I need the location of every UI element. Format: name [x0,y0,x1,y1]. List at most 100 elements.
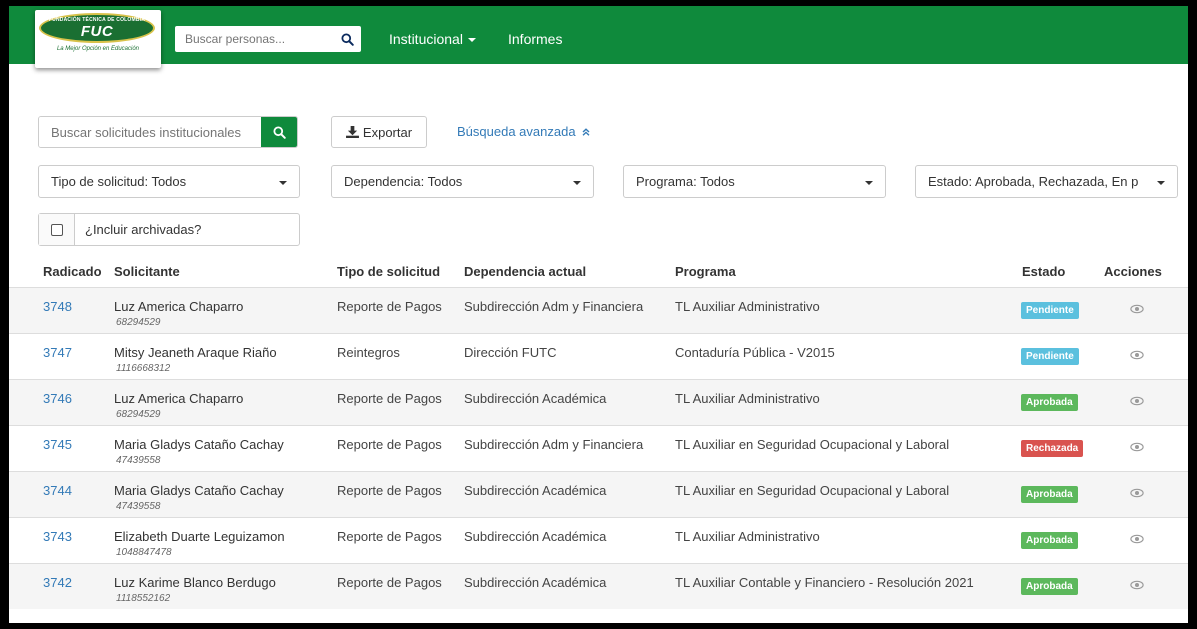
requests-search-button[interactable] [261,117,297,147]
programa-cell: TL Auxiliar Administrativo [675,529,820,544]
eye-icon[interactable] [1130,302,1144,316]
tipo-cell: Reporte de Pagos [337,391,442,406]
download-icon [345,126,359,138]
table-row: 3748 Luz America Chaparro 68294529 Repor… [9,287,1188,333]
table-body: 3748 Luz America Chaparro 68294529 Repor… [9,287,1188,623]
col-solicitante: Solicitante [114,264,180,279]
search-icon [272,125,286,139]
tipo-cell: Reporte de Pagos [337,575,442,590]
programa-cell: TL Auxiliar en Seguridad Ocupacional y L… [675,483,950,498]
estado-value: Estado: Aprobada, Rechazada, En p [928,174,1139,189]
people-search-input[interactable] [175,26,331,52]
dependencia-cell: Subdirección Adm y Financiera [464,299,644,314]
radicado-link[interactable]: 3743 [43,529,72,544]
solicitante-name: Luz Karime Blanco Berdugo [114,575,276,590]
solicitante-id: 1116668312 [116,363,171,374]
brand-logo[interactable]: FUNDACIÓN TÉCNICA DE COLOMBIA FUC La Mej… [35,10,161,68]
programa-cell: TL Auxiliar Contable y Financiero - Reso… [675,575,974,590]
programa-value: Programa: Todos [636,174,735,189]
caret-down-icon [279,181,287,185]
dependencia-select[interactable]: Dependencia: Todos [331,165,594,198]
dependencia-value: Dependencia: Todos [344,174,463,189]
advanced-search-label: Búsqueda avanzada [457,124,576,139]
logo-emblem: FUNDACIÓN TÉCNICA DE COLOMBIA FUC [39,13,155,43]
radicado-link[interactable]: 3746 [43,391,72,406]
solicitante-name: Luz America Chaparro [114,391,244,406]
programa-cell: TL Auxiliar Administrativo [675,299,820,314]
eye-icon[interactable] [1130,532,1144,546]
dependencia-cell: Subdirección Académica [464,575,607,590]
col-programa: Programa [675,264,736,279]
programa-cell: TL Auxiliar en Seguridad Ocupacional y L… [675,437,950,452]
status-badge: Rechazada [1021,440,1084,457]
dependencia-cell: Subdirección Adm y Financiera [464,437,644,452]
logo-tagline: La Mejor Opción en Educación [56,46,140,52]
nav-institucional-label: Institucional [389,31,463,47]
tipo-cell: Reporte de Pagos [337,483,442,498]
solicitante-name: Elizabeth Duarte Leguizamon [114,529,285,544]
nav-informes-link[interactable]: Informes [508,31,562,47]
status-badge: Aprobada [1021,578,1078,595]
status-badge: Pendiente [1021,348,1079,365]
people-search-button[interactable] [333,26,361,52]
status-badge: Aprobada [1021,486,1078,503]
dependencia-cell: Subdirección Académica [464,391,607,406]
tipo-cell: Reporte de Pagos [337,299,442,314]
table-row: 3743 Elizabeth Duarte Leguizamon 1048847… [9,517,1188,563]
status-badge: Aprobada [1021,394,1078,411]
logo-mark: FUC [80,23,114,40]
col-tipo: Tipo de solicitud [337,264,441,279]
advanced-search-link[interactable]: Búsqueda avanzada [457,124,590,139]
estado-select[interactable]: Estado: Aprobada, Rechazada, En p [915,165,1178,198]
export-label: Exportar [362,124,413,140]
dependencia-cell: Dirección FUTC [464,345,557,360]
radicado-link[interactable]: 3745 [43,437,72,452]
radicado-link[interactable]: 3744 [43,483,72,498]
tipo-solicitud-value: Tipo de solicitud: Todos [51,174,187,189]
eye-icon[interactable] [1130,578,1144,592]
col-radicado: Radicado [43,264,102,279]
programa-select[interactable]: Programa: Todos [623,165,886,198]
table-row: 3745 Maria Gladys Cataño Cachay 47439558… [9,425,1188,471]
radicado-link[interactable]: 3742 [43,575,72,590]
col-acciones: Acciones [1104,264,1162,279]
solicitante-id: 68294529 [116,409,161,420]
radicado-link[interactable]: 3747 [43,345,72,360]
app-frame: Institucional Informes FUNDACIÓN TÉCNICA… [9,6,1188,623]
solicitante-id: 47439558 [116,455,161,466]
solicitante-id: 47439558 [116,501,161,512]
tipo-solicitud-select[interactable]: Tipo de solicitud: Todos [38,165,300,198]
double-chevron-up-icon [582,128,590,136]
solicitante-name: Luz America Chaparro [114,299,244,314]
solicitante-name: Maria Gladys Cataño Cachay [114,483,284,498]
table-row: 3746 Luz America Chaparro 68294529 Repor… [9,379,1188,425]
programa-cell: TL Auxiliar Administrativo [675,391,820,406]
solicitante-name: Maria Gladys Cataño Cachay [114,437,284,452]
table-row: 3744 Maria Gladys Cataño Cachay 47439558… [9,471,1188,517]
radicado-link[interactable]: 3748 [43,299,72,314]
tipo-cell: Reintegros [337,345,400,360]
table-header: Radicado Solicitante Tipo de solicitud D… [9,262,1188,286]
solicitante-id: 68294529 [116,317,161,328]
eye-icon[interactable] [1130,440,1144,454]
tipo-cell: Reporte de Pagos [337,437,442,452]
top-navbar: Institucional Informes [9,6,1188,64]
include-archived: ¿Incluir archivadas? [38,213,300,246]
eye-icon[interactable] [1130,486,1144,500]
nav-institucional-dropdown[interactable]: Institucional [389,31,476,47]
eye-icon[interactable] [1130,394,1144,408]
eye-icon[interactable] [1130,348,1144,362]
include-archived-label: ¿Incluir archivadas? [85,222,202,237]
col-dependencia: Dependencia actual [464,264,587,279]
include-archived-checkbox[interactable] [39,214,75,245]
caret-down-icon [573,181,581,185]
status-badge: Pendiente [1021,302,1079,319]
people-search [175,26,361,52]
dependencia-cell: Subdirección Académica [464,529,607,544]
solicitante-id: 1048847478 [116,547,172,558]
export-button[interactable]: Exportar [331,116,427,148]
dependencia-cell: Subdirección Académica [464,483,607,498]
search-icon [340,32,354,46]
requests-search-input[interactable] [39,117,263,147]
table-row: 3747 Mitsy Jeaneth Araque Riaño 11166683… [9,333,1188,379]
